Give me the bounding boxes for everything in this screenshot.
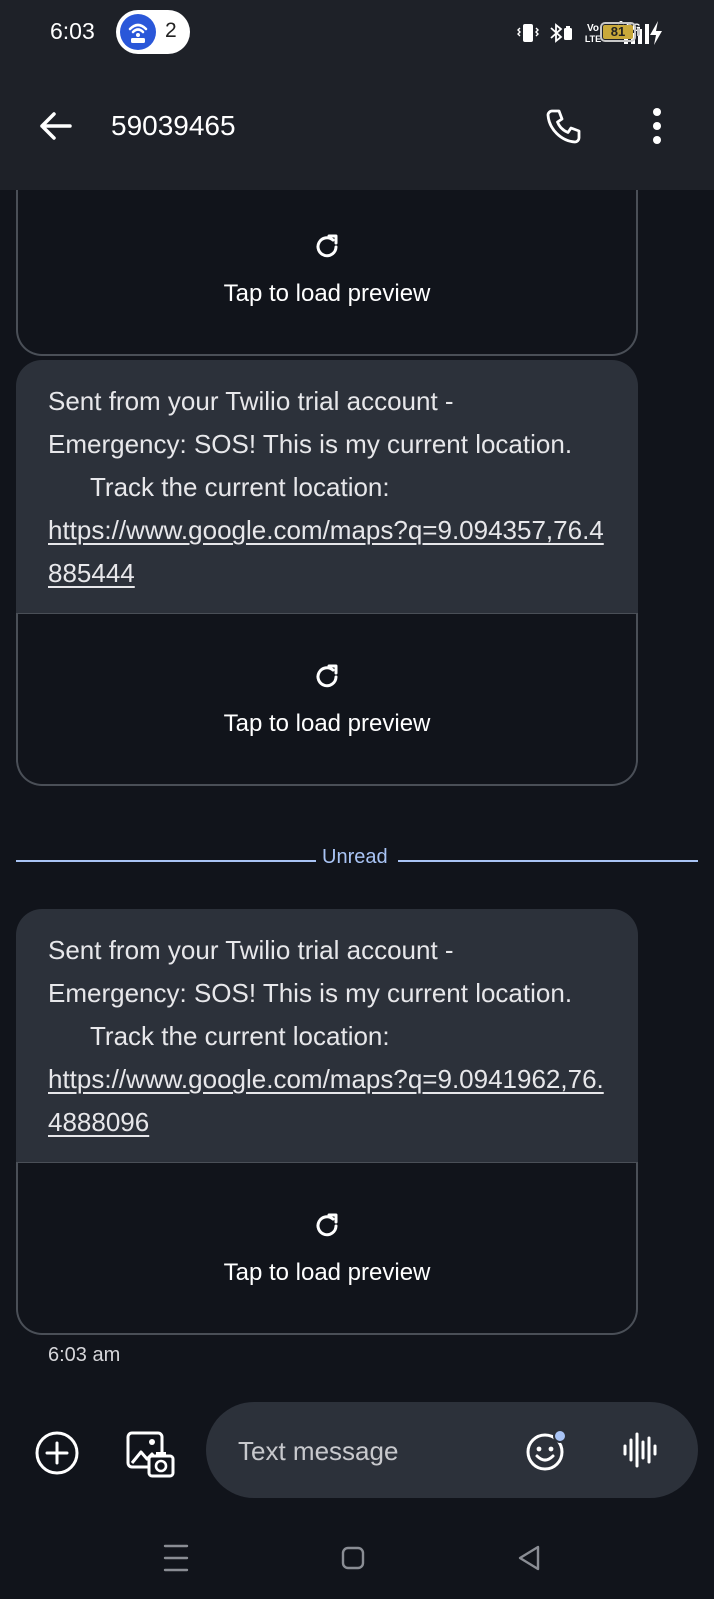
conversation-title: 59039465: [111, 110, 236, 141]
gallery-icon[interactable]: [125, 1430, 175, 1478]
message-line: Sent from your Twilio trial account -: [48, 935, 454, 965]
emoji-icon[interactable]: [525, 1428, 569, 1472]
message-input[interactable]: Text message: [206, 1402, 698, 1498]
reload-icon: [316, 234, 338, 258]
preview-label: Tap to load preview: [223, 1259, 431, 1286]
unread-divider-right: [398, 860, 698, 862]
voice-icon[interactable]: [621, 1430, 661, 1470]
message-bubble[interactable]: Sent from your Twilio trial account - Em…: [16, 909, 638, 1335]
message-bubble[interactable]: Sent from your Twilio trial account - Em…: [16, 360, 638, 786]
preview-label: Tap to load preview: [223, 710, 431, 737]
back-arrow-icon[interactable]: [36, 106, 76, 146]
link-preview-card[interactable]: Tap to load preview: [16, 190, 638, 356]
hotspot-count: 2: [165, 19, 177, 42]
reload-icon: [316, 1213, 338, 1237]
status-time: 6:03: [50, 18, 95, 44]
message-line: Sent from your Twilio trial account -: [48, 386, 454, 416]
location-link[interactable]: https://www.google.com/maps?q=9.094357,7…: [48, 515, 604, 588]
message-line: Emergency: SOS! This is my current locat…: [48, 429, 573, 459]
phone-call-icon[interactable]: [544, 106, 584, 146]
battery-tip: [637, 28, 640, 36]
system-nav-bar: [0, 1530, 714, 1599]
hotspot-indicator[interactable]: 2: [116, 10, 190, 54]
link-preview-card[interactable]: Tap to load preview: [16, 1162, 638, 1335]
status-bar: 6:03 2 Vo LTE 5G 81: [0, 0, 714, 66]
message-input-placeholder: Text message: [238, 1436, 399, 1466]
vibrate-icon: [517, 24, 539, 42]
svg-text:Vo: Vo: [587, 23, 599, 34]
message-line: Emergency: SOS! This is my current locat…: [48, 978, 573, 1008]
home-icon[interactable]: [341, 1546, 365, 1570]
svg-text:LTE: LTE: [585, 34, 601, 44]
add-circle-icon[interactable]: [34, 1430, 80, 1476]
message-text: Sent from your Twilio trial account - Em…: [16, 360, 638, 613]
battery-level: 81: [610, 24, 626, 39]
link-preview-card[interactable]: Tap to load preview: [16, 613, 638, 786]
bluetooth-icon: [550, 23, 572, 43]
location-link[interactable]: https://www.google.com/maps?q=9.0941962,…: [48, 1064, 604, 1137]
charging-icon: [650, 21, 662, 45]
wifi-hotspot-icon: [120, 14, 156, 50]
message-text: Sent from your Twilio trial account - Em…: [16, 909, 638, 1162]
message-composer: Text message: [0, 1380, 714, 1500]
conversation-header: 59039465: [0, 66, 714, 190]
preview-label: Tap to load preview: [223, 280, 431, 307]
reload-icon: [316, 664, 338, 688]
unread-divider-label: Unread: [322, 846, 388, 868]
battery-icon: 81: [600, 22, 636, 42]
more-vert-icon[interactable]: [641, 104, 673, 148]
message-line: Track the current location:: [90, 472, 390, 502]
back-triangle-icon[interactable]: [517, 1544, 541, 1572]
message-timestamp: 6:03 am: [48, 1344, 121, 1366]
message-line: Track the current location:: [90, 1021, 390, 1051]
recent-apps-icon[interactable]: [163, 1542, 189, 1574]
unread-divider-left: [16, 860, 316, 862]
